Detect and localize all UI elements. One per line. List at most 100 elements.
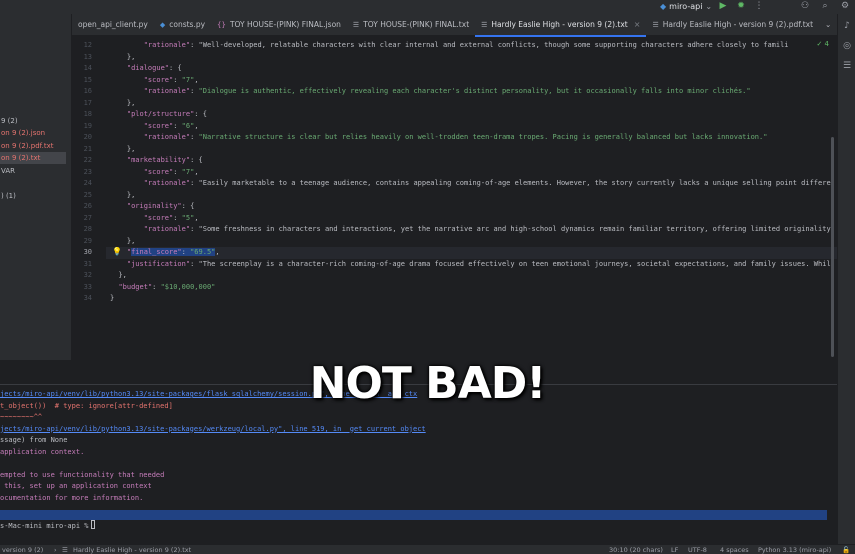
code-line[interactable]: "score": "7", — [110, 167, 199, 179]
text-file-icon: ☰ — [62, 546, 68, 554]
line-number: 15 — [83, 75, 92, 84]
run-config-label: miro-api — [669, 1, 703, 11]
line-number: 16 — [83, 87, 92, 95]
editor-tab[interactable]: ☰ TOY HOUSE-(PINK) FINAL.txt — [347, 14, 475, 36]
code-line[interactable]: "plot/structure": { — [110, 109, 207, 121]
python-file-icon: ◆ — [159, 21, 166, 29]
breadcrumb-folder[interactable]: version 9 (2) — [2, 545, 43, 554]
terminal-selection-bar — [0, 510, 827, 520]
terminal-prompt[interactable]: s-Mac-mini miro-api % — [0, 520, 95, 532]
editor-tab[interactable]: ☰ Hardly Easlie High - version 9 (2).pdf.… — [646, 14, 819, 36]
debug-icon[interactable]: ✹ — [736, 1, 746, 11]
settings-icon[interactable]: ⚙ — [840, 1, 850, 11]
code-line[interactable]: } — [110, 293, 114, 305]
database-icon[interactable]: ☰ — [841, 60, 853, 72]
code-line[interactable]: "rationale": "Dialogue is authentic, eff… — [110, 86, 751, 98]
tab-label: Hardly Easlie High - version 9 (2).txt — [491, 20, 628, 29]
code-line[interactable]: "rationale": "Narrative structure is cle… — [110, 132, 768, 144]
line-number-gutter: 12 13 14 15 16 17 18 19 20 21 22 23 24 25 26 27 28 29 30 31… — [72, 37, 106, 360]
tab-label: Hardly Easlie High - version 9 (2).pdf.t… — [662, 20, 814, 29]
code-line[interactable]: }, — [110, 236, 135, 248]
project-tree-item[interactable]: on 9 (2).pdf.txt — [0, 140, 66, 152]
editor-tab[interactable]: open_api_client.py — [72, 14, 154, 36]
project-tree-item[interactable]: ) (1) — [0, 190, 66, 202]
line-number: 24 — [83, 179, 92, 187]
line-number: 21 — [83, 144, 92, 153]
code-line[interactable]: "score": "6", — [110, 121, 199, 133]
editor-tab[interactable]: {} TOY HOUSE-(PINK) FINAL.json — [211, 14, 347, 36]
terminal-line: this, set up an application context — [0, 482, 152, 490]
terminal-line: jects/miro-api/venv/lib/python3.13/site-… — [0, 424, 426, 433]
tab-label: consts.py — [169, 20, 206, 29]
line-number: 26 — [83, 202, 92, 210]
terminal-cursor — [90, 520, 95, 529]
json-file-icon: {} — [217, 21, 226, 29]
code-line[interactable]: }, — [110, 190, 135, 202]
code-line[interactable]: }, — [110, 144, 135, 156]
code-line[interactable]: "rationale": "Some freshness in characte… — [110, 224, 831, 236]
editor-tab-bar: open_api_client.py ◆ consts.py{} TOY HOUSE-… — [72, 14, 837, 37]
inspection-widget[interactable]: ✓ 4 — [816, 40, 829, 48]
editor-tab[interactable]: ☰ Hardly Easlie High - version 9 (2).txt × — [475, 14, 647, 37]
text-file-icon: ☰ — [652, 21, 659, 29]
indent-setting[interactable]: 4 spaces — [720, 545, 749, 554]
line-number: 31 — [83, 259, 92, 268]
cursor-position[interactable]: 30:10 (20 chars) — [609, 545, 663, 554]
code-line[interactable]: "marketability": { — [110, 155, 203, 167]
code-editor[interactable]: 12 13 14 15 16 17 18 19 20 21 22 23 24 25 26 27 28 29 30 31… — [72, 37, 837, 360]
text-file-icon: ☰ — [481, 21, 488, 29]
terminal-line: ssage) from None — [0, 436, 68, 444]
terminal-line: ocumentation for more information. — [0, 493, 144, 502]
line-number: 19 — [83, 121, 92, 130]
file-encoding[interactable]: UTF-8 — [688, 545, 707, 554]
code-line[interactable]: }, — [110, 98, 135, 110]
close-tab-icon[interactable]: × — [634, 14, 641, 36]
code-line[interactable]: "rationale": "Easily marketable to a tee… — [110, 178, 831, 190]
code-line[interactable]: "budget": "$10,000,000" — [110, 282, 215, 294]
code-line[interactable]: "originality": { — [110, 201, 194, 213]
line-ending[interactable]: LF — [671, 545, 678, 554]
project-tree-item[interactable]: on 9 (2).txt — [0, 152, 66, 164]
line-number: 20 — [83, 133, 92, 141]
tab-label: open_api_client.py — [78, 20, 148, 29]
project-tree-item[interactable]: 9 (2) — [0, 115, 66, 127]
code-line[interactable]: }, — [110, 52, 135, 64]
code-line[interactable]: "rationale": "Well-developed, relatable … — [110, 40, 789, 52]
line-number: 14 — [83, 64, 92, 72]
overlay-caption: NOT BAD! — [309, 358, 547, 409]
terminal-line: application context. — [0, 447, 85, 456]
text-file-icon: ☰ — [352, 21, 360, 29]
lightbulb-icon[interactable]: 💡 — [112, 247, 122, 256]
code-line[interactable]: }, — [110, 270, 126, 282]
run-icon[interactable]: ▶ — [718, 1, 728, 11]
python-icon: ◆ — [660, 1, 667, 11]
chevron-down-icon: ⌄ — [705, 1, 713, 11]
tab-label: TOY HOUSE-(PINK) FINAL.json — [229, 20, 341, 29]
status-bar: version 9 (2) › ☰ Hardly Easlie High - v… — [0, 544, 855, 554]
run-config-selector[interactable]: ◆ miro-api ⌄ — [660, 0, 712, 12]
more-actions-icon[interactable]: ⋮ — [754, 1, 764, 11]
notifications-icon[interactable]: ♪ — [841, 20, 853, 32]
code-line[interactable]: "dialogue": { — [110, 63, 182, 75]
project-tree-item[interactable]: on 9 (2).json — [0, 127, 66, 139]
code-line[interactable]: "final_score": "69.5", — [110, 247, 220, 259]
search-icon[interactable]: ⌕ — [820, 1, 830, 11]
tab-overflow-chevron-icon[interactable]: ⌄ — [819, 14, 837, 36]
python-interpreter[interactable]: Python 3.13 (miro-api) — [758, 545, 831, 554]
breadcrumb-file[interactable]: Hardly Easlie High - version 9 (2).txt — [73, 545, 191, 554]
editor-tab[interactable]: ◆ consts.py — [154, 14, 211, 36]
line-number: 29 — [83, 236, 92, 245]
code-line[interactable]: "score": "7", — [110, 75, 199, 87]
editor-scrollbar[interactable] — [831, 137, 834, 357]
add-user-icon[interactable]: ⚇ — [800, 1, 810, 11]
code-line[interactable]: "score": "5", — [110, 213, 199, 225]
line-number: 18 — [83, 110, 92, 118]
line-number: 32 — [83, 271, 92, 279]
lock-icon[interactable]: 🔓 — [842, 545, 850, 554]
project-tree-item[interactable]: VAR — [0, 165, 66, 177]
line-number: 33 — [83, 282, 92, 291]
project-panel: 9 (2) on 9 (2).json on 9 (2).pdf.txt on … — [0, 14, 72, 360]
ai-assistant-icon[interactable]: ◎ — [841, 40, 853, 52]
code-line[interactable]: "justification": "The screenplay is a ch… — [110, 259, 831, 271]
line-number: 22 — [83, 156, 92, 164]
